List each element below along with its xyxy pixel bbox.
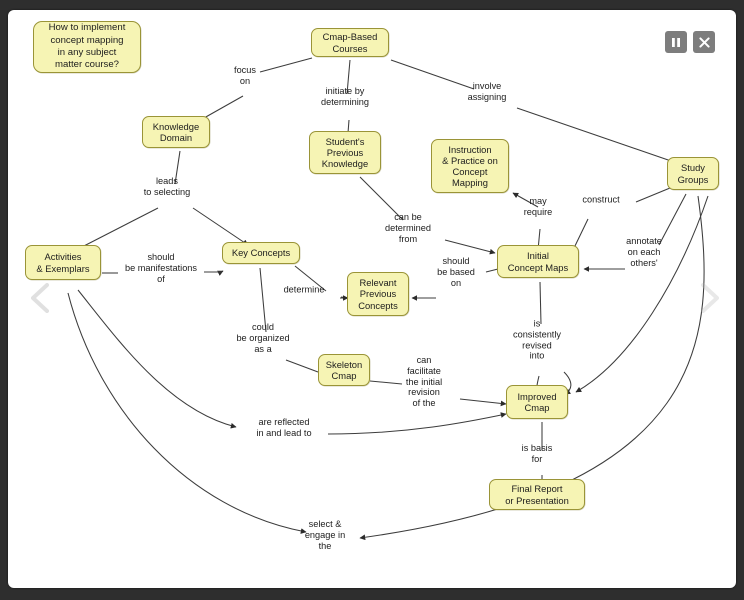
edge-cmap-involve: [390, 59, 475, 90]
pause-icon: [672, 37, 680, 47]
edge-study-annotate: [658, 193, 687, 246]
edge-initial-revised: [539, 281, 542, 325]
edge-key-determine: [294, 265, 327, 292]
close-button[interactable]: [693, 31, 715, 53]
edge-cmap-initiate: [346, 59, 351, 95]
edge-leads-key: [192, 207, 249, 246]
edge-could-skeleton: [285, 359, 319, 373]
edge-arereflected-improved: [327, 412, 507, 435]
node-instruction-practice[interactable]: Instruction & Practice on Concept Mappin…: [431, 139, 509, 193]
edge-canbe-initial: [444, 239, 496, 255]
node-activities-exemplars[interactable]: Activities & Exemplars: [25, 245, 101, 280]
edge-skeleton-canfacilitate: [369, 380, 403, 385]
edge-involve-study: [516, 107, 675, 163]
edge-leads-activities: [79, 207, 159, 249]
pause-button[interactable]: [665, 31, 687, 53]
chevron-right-icon: [701, 283, 719, 313]
concept-map-viewer: How to implement concept mapping in any …: [0, 0, 744, 600]
chevron-left-icon: [31, 283, 49, 313]
edge-study-construct: [635, 187, 671, 203]
edge-focuson-knowledge: [203, 95, 244, 119]
node-knowledge-domain[interactable]: Knowledge Domain: [142, 116, 210, 148]
node-final-report[interactable]: Final Report or Presentation: [489, 479, 585, 510]
next-button[interactable]: [694, 278, 724, 318]
edge-cmap-focuson: [259, 57, 313, 73]
node-study-groups[interactable]: Study Groups: [667, 157, 719, 190]
edge-mayrequire-instruction: [512, 192, 539, 208]
node-skeleton-cmap[interactable]: Skeleton Cmap: [318, 354, 370, 386]
edge-construct-initial: [573, 218, 589, 249]
edge-canfacilitate-improved: [459, 398, 507, 407]
previous-button[interactable]: [26, 278, 56, 318]
node-improved-cmap[interactable]: Improved Cmap: [506, 385, 568, 419]
node-students-previous-knowledge[interactable]: Student's Previous Knowledge: [309, 131, 381, 174]
close-icon: [698, 36, 710, 48]
edge-key-could: [259, 267, 267, 333]
node-relevant-previous-concepts[interactable]: Relevant Previous Concepts: [347, 272, 409, 316]
edge-activities-selectengage: [67, 292, 307, 534]
node-key-concepts[interactable]: Key Concepts: [222, 242, 300, 264]
edge-students-canbe: [359, 176, 404, 221]
edge-knowledge-leads: [174, 150, 181, 185]
node-initial-concept-maps[interactable]: Initial Concept Maps: [497, 245, 579, 278]
edge-activities-arereflected: [77, 289, 237, 429]
node-cmap-based-courses[interactable]: Cmap-Based Courses: [311, 28, 389, 57]
concept-map-canvas[interactable]: How to implement concept mapping in any …: [8, 10, 736, 588]
node-focus-question[interactable]: How to implement concept mapping in any …: [33, 21, 141, 73]
